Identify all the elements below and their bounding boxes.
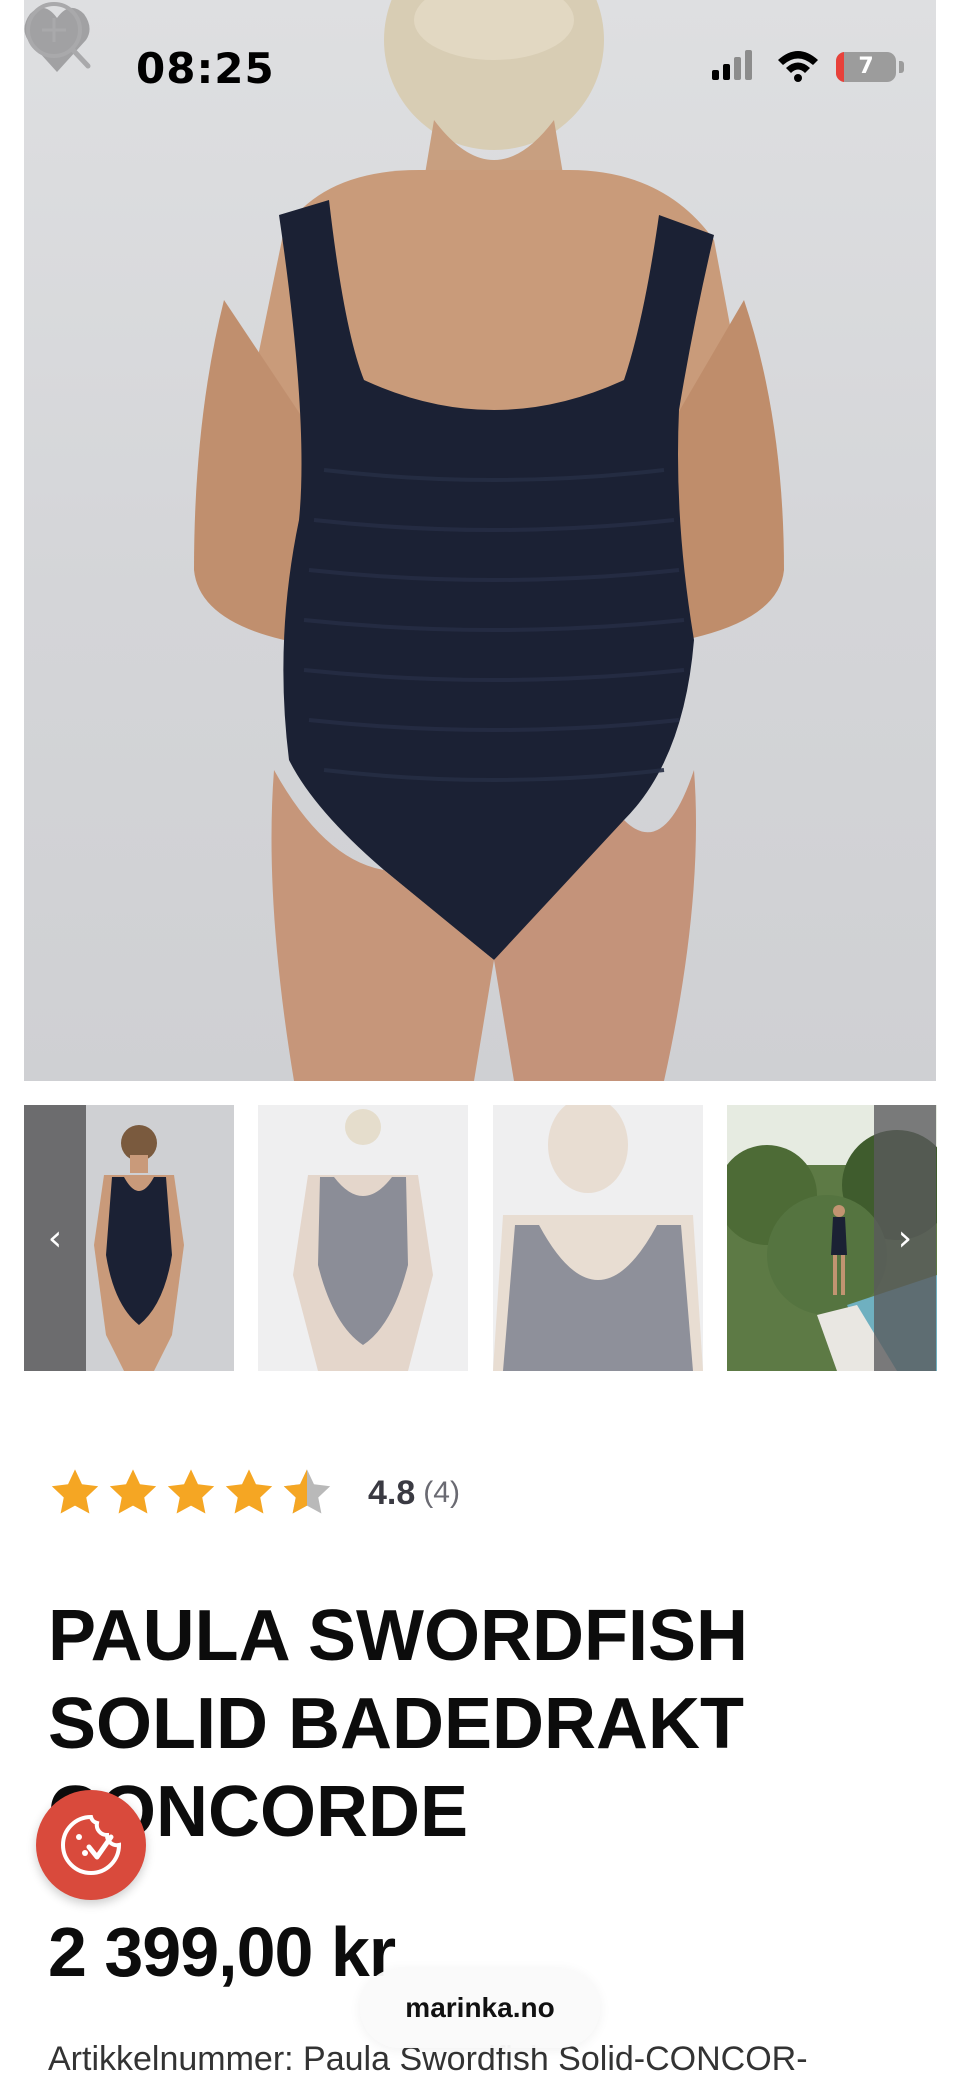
zoom-icon[interactable] [24, 0, 94, 74]
star-icon [51, 1469, 99, 1514]
rating-count[interactable]: (4) [423, 1476, 460, 1510]
product-title: PAULA SWORDFISH SOLID BADEDRAKT CONCORDE [48, 1596, 748, 1852]
signal-icon [712, 50, 752, 80]
thumbnail-neckline-image [493, 1105, 703, 1371]
gallery-prev-button[interactable]: ‹ [24, 1105, 86, 1371]
battery-percent: 7 [858, 54, 874, 79]
gallery-next-button[interactable]: › [874, 1105, 936, 1371]
thumbnail-back-image [258, 1105, 468, 1371]
rating-stars [48, 1466, 334, 1520]
cookie-consent-button[interactable] [36, 1790, 146, 1900]
product-rating[interactable]: 4.8 (4) [48, 1458, 460, 1528]
cookie-consent-icon [61, 1814, 122, 1875]
star-icon [167, 1469, 215, 1514]
thumbnail-back-view[interactable] [258, 1105, 468, 1371]
main-product-image[interactable]: 08:25 7 [24, 0, 936, 1081]
url-domain-pill[interactable]: marinka.no [360, 1968, 600, 2048]
star-icon [225, 1469, 273, 1514]
swimsuit-back-photo [194, 0, 784, 1081]
product-price: 2 399,00 kr [48, 1913, 396, 1991]
status-time: 08:25 [136, 44, 275, 93]
star-half-icon [283, 1469, 331, 1514]
battery-icon: 7 [836, 52, 896, 82]
star-icon [109, 1469, 157, 1514]
thumbnail-neckline-detail[interactable] [493, 1105, 703, 1371]
wifi-icon [778, 51, 818, 82]
battery-tip [899, 61, 904, 73]
rating-value: 4.8 [368, 1473, 416, 1512]
